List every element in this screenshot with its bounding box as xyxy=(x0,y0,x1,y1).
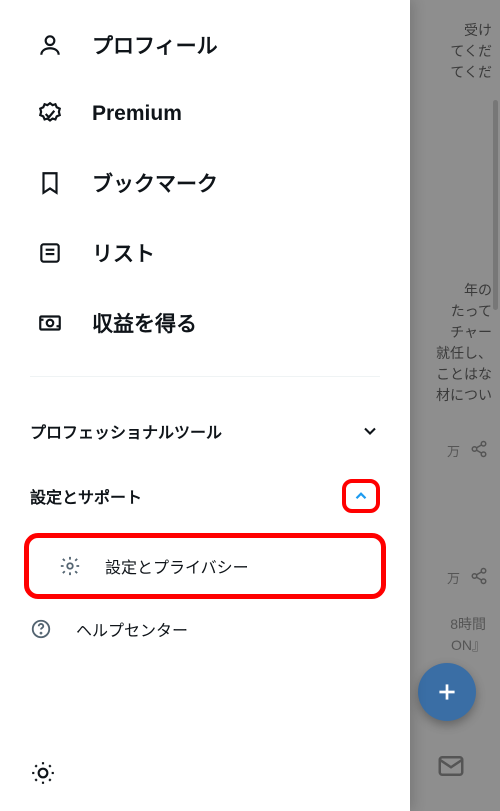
list-icon xyxy=(36,239,64,267)
help-icon xyxy=(30,618,52,640)
settings-privacy-label: 設定とプライバシー xyxy=(105,554,249,578)
nav-lists-label: リスト xyxy=(92,238,155,268)
nav-monetization-label: 収益を得る xyxy=(92,308,197,338)
theme-toggle[interactable] xyxy=(30,773,56,790)
nav-profile[interactable]: プロフィール xyxy=(12,10,398,80)
nav-premium[interactable]: Premium xyxy=(12,80,398,148)
messages-icon[interactable] xyxy=(436,751,466,787)
section-settings-support[interactable]: 設定とサポート xyxy=(0,461,410,531)
nav-premium-label: Premium xyxy=(92,102,182,126)
subitem-help-center[interactable]: ヘルプセンター xyxy=(0,601,410,657)
nav-bookmarks[interactable]: ブックマーク xyxy=(12,148,398,218)
bg-snippet-2: 年の たって チャー 就任し、 ことはな 材につい xyxy=(436,280,492,406)
divider xyxy=(30,376,380,377)
bg-time: 8時間 xyxy=(450,615,486,635)
bg-on: ON』 xyxy=(451,636,486,656)
highlight-settings-privacy: 設定とプライバシー xyxy=(24,533,386,599)
verified-icon xyxy=(36,100,64,128)
scrollbar[interactable] xyxy=(493,100,498,310)
share-icon-2 xyxy=(470,567,488,591)
section-pro-tools[interactable]: プロフェッショナルツール xyxy=(0,401,410,461)
gear-icon xyxy=(59,555,81,577)
bg-count-1: 万 xyxy=(447,443,460,461)
navigation-drawer: プロフィール Premium ブックマーク リスト 収益を得る xyxy=(0,0,410,811)
bg-count-2: 万 xyxy=(447,570,460,588)
nav-lists[interactable]: リスト xyxy=(12,218,398,288)
compose-fab[interactable] xyxy=(418,663,476,721)
bookmark-icon xyxy=(36,169,64,197)
bg-snippet-1: 受け てくだ てくだ xyxy=(450,20,492,83)
person-icon xyxy=(36,31,64,59)
section-settings-support-label: 設定とサポート xyxy=(30,484,142,508)
nav-bookmarks-label: ブックマーク xyxy=(92,168,218,198)
help-center-label: ヘルプセンター xyxy=(76,617,188,641)
share-icon xyxy=(470,440,488,464)
subitem-settings-privacy[interactable]: 設定とプライバシー xyxy=(29,538,381,594)
section-pro-tools-label: プロフェッショナルツール xyxy=(30,419,222,443)
chevron-down-icon xyxy=(360,421,380,441)
highlight-chevron-box xyxy=(342,479,380,513)
nav-monetization[interactable]: 収益を得る xyxy=(12,288,398,358)
chevron-up-icon xyxy=(352,487,370,505)
nav-profile-label: プロフィール xyxy=(92,30,218,60)
money-icon xyxy=(36,309,64,337)
